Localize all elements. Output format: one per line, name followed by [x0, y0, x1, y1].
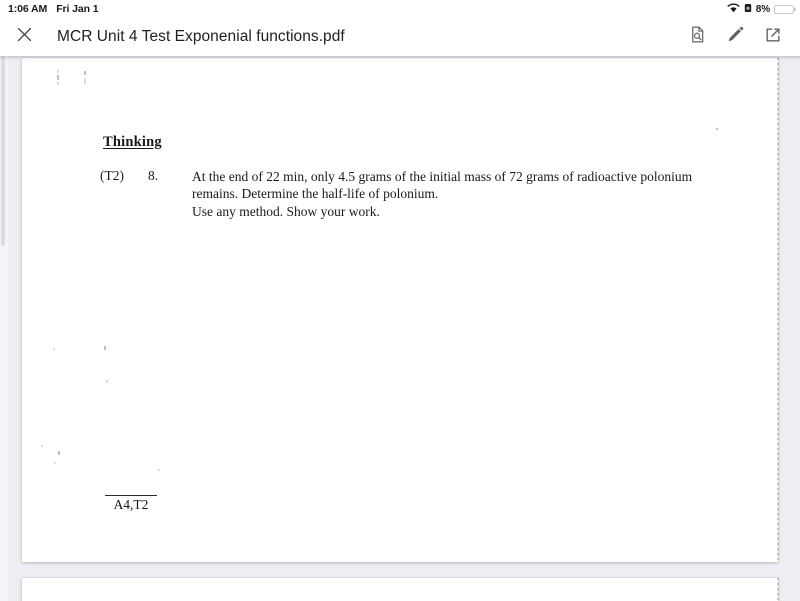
question-number: 8. [148, 168, 159, 183]
pencil-icon [726, 25, 745, 49]
app-header: MCR Unit 4 Test Exponenial functions.pdf [0, 18, 800, 56]
open-external-button[interactable] [754, 18, 792, 56]
pdf-page-1-content: Thinking (T2) 8. At the end of 22 min, o… [22, 58, 778, 562]
alarm-icon [744, 3, 752, 16]
page-title: MCR Unit 4 Test Exponenial functions.pdf [57, 28, 345, 45]
status-bar: 1:06 AM Fri Jan 1 8% [0, 0, 800, 18]
status-time: 1:06 AM [8, 3, 48, 15]
question-tag: (T2) [100, 168, 124, 183]
scrollbar-vertical[interactable] [0, 56, 8, 601]
scan-speck [104, 346, 106, 350]
scan-speck [57, 82, 59, 85]
find-in-document-button[interactable] [678, 18, 716, 56]
battery-icon [774, 4, 796, 14]
scan-speck [58, 451, 60, 455]
external-link-icon [764, 26, 782, 49]
scan-speck [57, 75, 59, 80]
status-bar-right: 8% [726, 3, 796, 16]
close-icon [16, 26, 33, 48]
scan-speck [84, 71, 86, 75]
scrollbar-thumb[interactable] [1, 56, 5, 246]
question-line-2: Use any method. Show your work. [192, 203, 380, 219]
scan-speck [41, 445, 43, 447]
battery-percent: 8% [755, 3, 770, 15]
scan-artifact-edge [777, 578, 779, 601]
scan-speck [53, 348, 55, 350]
scan-speck [57, 70, 59, 73]
status-bar-left: 1:06 AM Fri Jan 1 [8, 3, 99, 15]
question-line-1: At the end of 22 min, only 4.5 grams of … [192, 169, 693, 202]
status-date: Fri Jan 1 [56, 3, 99, 15]
scan-speck [158, 469, 160, 471]
pdf-page-2[interactable] [22, 578, 779, 601]
annotate-button[interactable] [716, 18, 754, 56]
close-button[interactable] [2, 18, 46, 56]
answer-line-label: A4,T2 [105, 495, 157, 513]
section-heading: Thinking [103, 134, 162, 150]
wifi-icon [726, 3, 740, 16]
question-text: At the end of 22 min, only 4.5 grams of … [192, 168, 712, 220]
scan-speck [716, 128, 718, 130]
scan-speck [54, 462, 56, 464]
document-search-icon [688, 25, 707, 49]
scan-speck [106, 380, 108, 383]
scan-speck [84, 78, 86, 84]
pdf-viewer[interactable]: Thinking (T2) 8. At the end of 22 min, o… [0, 56, 800, 601]
pdf-page-1[interactable]: Thinking (T2) 8. At the end of 22 min, o… [22, 58, 779, 562]
